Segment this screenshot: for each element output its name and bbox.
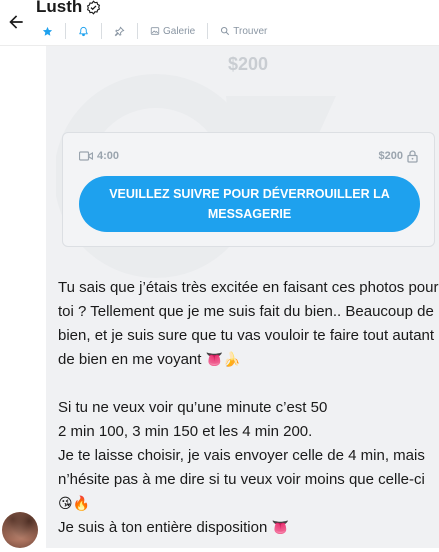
message-paragraph: Je suis à ton entière disposition 👅 — [58, 516, 439, 540]
notifications-button[interactable] — [66, 22, 101, 40]
locked-media-info: 4:00 $200 — [79, 149, 418, 163]
wink-kiss-fire-emoji: 😘🔥 — [58, 496, 91, 512]
media-price-label: $200 — [378, 150, 403, 162]
chat-header: Lusth Galerie Trouver — [0, 0, 439, 46]
message-line: Je te laisse choisir, je vais envoyer ce… — [58, 447, 425, 488]
video-duration-label: 4:00 — [97, 150, 120, 162]
message-thread[interactable]: $200 4:00 $200 VEUILLEZ SUIVRE POUR DÉVE… — [46, 46, 439, 548]
verified-badge-icon — [86, 0, 101, 15]
pin-button[interactable] — [102, 22, 137, 40]
unlock-messaging-button[interactable]: VEUILLEZ SUIVRE POUR DÉVERROUILLER LA ME… — [79, 176, 420, 232]
tongue-banana-emoji: 👅🍌 — [205, 352, 241, 368]
favorite-button[interactable] — [30, 22, 65, 40]
pin-icon — [114, 26, 125, 36]
username-label: Lusth — [36, 0, 83, 16]
search-button[interactable]: Trouver — [208, 22, 279, 40]
sender-avatar[interactable] — [2, 512, 38, 548]
message-line: Je suis à ton entière disposition — [58, 519, 268, 536]
blurred-price: $200 — [228, 54, 269, 74]
locked-media-card: 4:00 $200 VEUILLEZ SUIVRE POUR DÉVERROUI… — [62, 132, 435, 247]
image-icon — [150, 27, 160, 35]
video-camera-icon — [79, 151, 93, 161]
video-duration: 4:00 — [79, 150, 119, 162]
bell-icon — [79, 26, 88, 36]
gallery-button[interactable]: Galerie — [138, 22, 207, 40]
message-line: 2 min 100, 3 min 150 et les 4 min 200. — [58, 423, 313, 440]
search-label: Trouver — [233, 25, 268, 37]
lock-icon — [407, 149, 418, 163]
message-line: Si tu ne veux voir qu’une minute c’est 5… — [58, 399, 328, 416]
back-arrow-icon[interactable] — [4, 10, 28, 34]
chat-toolbar: Galerie Trouver — [30, 22, 279, 40]
message-text: Tu sais que j’étais très excitée en fais… — [58, 276, 439, 540]
search-icon — [221, 26, 230, 36]
gallery-label: Galerie — [163, 25, 196, 37]
star-icon — [42, 26, 53, 36]
message-paragraph: Je te laisse choisir, je vais envoyer ce… — [58, 444, 439, 516]
message-paragraph: Tu sais que j’étais très excitée en fais… — [58, 276, 439, 372]
media-price: $200 — [378, 149, 418, 163]
chat-username[interactable]: Lusth — [36, 0, 101, 17]
message-line: Tu sais que j’étais très excitée en fais… — [58, 279, 439, 368]
tongue-emoji: 👅 — [271, 520, 289, 536]
